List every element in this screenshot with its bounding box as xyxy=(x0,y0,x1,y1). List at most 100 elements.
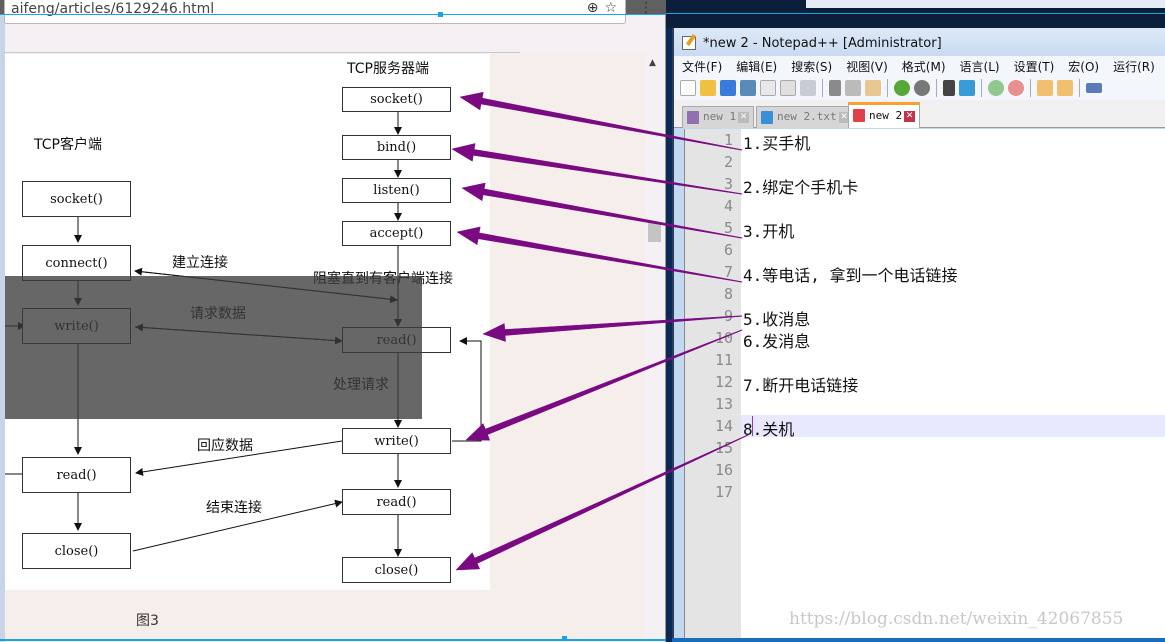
server-accept-box: accept() xyxy=(342,221,451,246)
zoom-in-icon[interactable] xyxy=(988,80,1004,96)
tcp-flow-diagram: TCP服务器端 TCP客户端 socket() bind() listen() … xyxy=(5,54,490,590)
modified-disk-icon xyxy=(853,109,865,122)
redo-icon[interactable] xyxy=(914,80,930,96)
desktop-top-strip xyxy=(666,0,1165,28)
toolbar-separator xyxy=(936,79,937,97)
line-number: 3 xyxy=(723,175,733,193)
line-number: 11 xyxy=(714,351,733,369)
server-listen-box: listen() xyxy=(342,178,451,203)
menu-file[interactable]: 文件(F) xyxy=(674,56,728,76)
menu-run[interactable]: 运行(R) xyxy=(1105,56,1161,76)
page-scrollbar[interactable]: ▲ xyxy=(645,54,665,642)
window-bottom-edge xyxy=(672,638,1165,642)
notepad-app-icon xyxy=(682,36,696,50)
client-read-box: read() xyxy=(22,457,131,493)
line-number: 17 xyxy=(714,483,733,501)
saved-disk-icon xyxy=(687,111,699,124)
text-caret xyxy=(752,416,753,436)
address-bar[interactable]: aifeng/articles/6129246.html xyxy=(4,0,626,24)
server-write-box: write() xyxy=(342,428,451,454)
article-content: TCP服务器端 TCP客户端 socket() bind() listen() … xyxy=(5,54,650,642)
label-process: 处理请求 xyxy=(333,377,389,393)
close-tab-icon[interactable]: ✕ xyxy=(904,110,916,122)
toolbar-separator xyxy=(822,79,823,97)
line-number: 16 xyxy=(714,461,733,479)
line-number-gutter: 1 2 3 4 5 6 7 8 9 10 11 12 13 14 15 16 17 xyxy=(685,129,741,642)
line-number: 10 xyxy=(714,329,733,347)
sync-h-icon[interactable] xyxy=(1057,80,1073,96)
tab-label: new 2 xyxy=(869,109,903,122)
menu-settings[interactable]: 设置(T) xyxy=(1006,56,1061,76)
server-close-box: close() xyxy=(342,557,451,583)
figure-caption: 图3 xyxy=(136,613,159,629)
line-number: 9 xyxy=(723,307,733,325)
copy-icon[interactable] xyxy=(845,80,861,96)
close-tab-icon[interactable]: ✕ xyxy=(738,111,750,123)
selection-handle-bottom[interactable] xyxy=(562,636,567,641)
selection-handle[interactable] xyxy=(438,12,443,17)
line-number: 13 xyxy=(714,395,733,413)
label-request: 请求数据 xyxy=(190,306,246,322)
tab-new-1[interactable]: new 1 ✕ xyxy=(682,106,755,128)
text-line: 7.断开电话链接 xyxy=(743,376,859,395)
toolbar-separator xyxy=(887,79,888,97)
menu-view[interactable]: 视图(V) xyxy=(838,56,894,76)
label-reply: 回应数据 xyxy=(197,438,253,454)
cut-icon[interactable] xyxy=(829,80,841,96)
line-number: 1 xyxy=(723,131,733,149)
line-number: 15 xyxy=(714,439,733,457)
saved-disk-icon xyxy=(761,111,773,124)
menu-plugins[interactable]: 插 xyxy=(1161,56,1165,76)
text-line: 6.发消息 xyxy=(743,332,811,351)
tab-new-2-txt[interactable]: new 2.txt ✕ xyxy=(756,106,855,128)
line-number: 6 xyxy=(723,241,733,259)
wrap-icon[interactable] xyxy=(1086,83,1102,93)
scroll-up-icon[interactable]: ▲ xyxy=(649,58,656,68)
menu-bar: 文件(F) 编辑(E) 搜索(S) 视图(V) 格式(M) 语言(L) 设置(T… xyxy=(674,56,1165,76)
save-icon[interactable] xyxy=(720,80,736,96)
open-file-icon[interactable] xyxy=(700,80,716,96)
toolbar-separator xyxy=(1030,79,1031,97)
text-line: 1.买手机 xyxy=(743,134,811,153)
tab-label: new 1 xyxy=(703,110,737,123)
menu-search[interactable]: 搜索(S) xyxy=(783,56,838,76)
tab-label: new 2.txt xyxy=(777,110,837,123)
sync-v-icon[interactable] xyxy=(1037,80,1053,96)
menu-format[interactable]: 格式(M) xyxy=(894,56,952,76)
toolbar-separator xyxy=(1079,79,1080,97)
server-read2-box: read() xyxy=(342,489,451,515)
scrollbar-thumb[interactable] xyxy=(648,222,661,242)
label-end: 结束连接 xyxy=(206,500,262,516)
save-all-icon[interactable] xyxy=(740,80,756,96)
menu-language[interactable]: 语言(L) xyxy=(952,56,1006,76)
menu-macro[interactable]: 宏(O) xyxy=(1060,56,1105,76)
watermark: https://blog.csdn.net/weixin_42067855 xyxy=(789,609,1124,629)
client-close-box: close() xyxy=(22,533,131,569)
print-icon[interactable] xyxy=(800,80,816,96)
close-icon[interactable] xyxy=(760,80,776,96)
editor-area[interactable]: 1 2 3 4 5 6 7 8 9 10 11 12 13 14 15 16 17 1.买手机 2.绑定个手机卡 3… xyxy=(684,129,1165,642)
tab-new-2[interactable]: new 2 ✕ xyxy=(848,102,921,128)
close-all-icon[interactable] xyxy=(780,80,796,96)
zoom-out-icon[interactable] xyxy=(1008,80,1024,96)
text-line: 8.关机 xyxy=(743,420,795,439)
replace-icon[interactable] xyxy=(959,80,975,96)
toolbar-separator xyxy=(981,79,982,97)
find-icon[interactable] xyxy=(943,80,955,96)
server-socket-box: socket() xyxy=(342,87,451,112)
divider xyxy=(4,52,520,53)
label-establish: 建立连接 xyxy=(172,255,228,271)
client-socket-box: socket() xyxy=(22,181,131,217)
text-line: 3.开机 xyxy=(743,222,795,241)
current-line-highlight xyxy=(741,415,1165,437)
text-line: 4.等电话, 拿到一个电话链接 xyxy=(743,266,958,285)
line-number: 5 xyxy=(723,219,733,237)
screen: aifeng/articles/6129246.html ⊕ ☆ ⋮ TCP服务… xyxy=(0,0,1165,642)
undo-icon[interactable] xyxy=(894,80,910,96)
new-file-icon[interactable] xyxy=(680,80,696,96)
title-bar[interactable]: *new 2 - Notepad++ [Administrator] xyxy=(674,28,1165,56)
paste-icon[interactable] xyxy=(865,80,881,96)
window-title: *new 2 - Notepad++ [Administrator] xyxy=(703,36,942,51)
menu-edit[interactable]: 编辑(E) xyxy=(728,56,783,76)
label-block: 阻塞直到有客户端连接 xyxy=(313,271,453,287)
